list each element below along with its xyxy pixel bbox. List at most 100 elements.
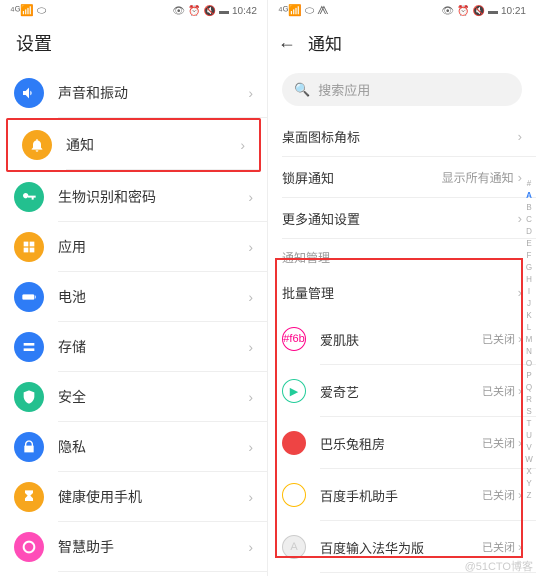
- app-icon: A: [282, 535, 306, 559]
- app-status: 已关闭: [482, 383, 515, 399]
- chevron-right-icon: ›: [518, 285, 522, 300]
- az-letter[interactable]: K: [524, 310, 534, 322]
- settings-row-shield[interactable]: 安全›: [0, 372, 267, 422]
- settings-row-label: 安全: [58, 387, 248, 407]
- status-battery-icon: ▬: [219, 6, 229, 17]
- settings-row-accessibility[interactable]: 辅助功能›: [0, 572, 267, 576]
- settings-row-label: 生物识别和密码: [58, 187, 248, 207]
- az-letter[interactable]: C: [524, 214, 534, 226]
- option-row[interactable]: 桌面图标角标›: [268, 116, 536, 157]
- az-letter[interactable]: Q: [524, 382, 534, 394]
- chevron-right-icon: ›: [518, 332, 522, 346]
- az-letter[interactable]: U: [524, 430, 534, 442]
- app-label: 百度输入法华为版: [320, 538, 482, 557]
- status-bar: ⁴ᴳ📶 ⬭ 👁 ⏰ 🔇 ▬ 10:42: [0, 0, 267, 22]
- az-letter[interactable]: G: [524, 262, 534, 274]
- option-row[interactable]: 锁屏通知显示所有通知›: [268, 157, 536, 198]
- status-alarm-icon: ⏰: [457, 6, 469, 17]
- settings-row-battery[interactable]: 电池›: [0, 272, 267, 322]
- app-label: 爱奇艺: [320, 382, 482, 401]
- signal-icon: ⁴ᴳ📶 ⬭ ⨇: [278, 4, 328, 18]
- az-letter[interactable]: W: [524, 454, 534, 466]
- back-button[interactable]: ←: [278, 32, 296, 53]
- app-icon: ▶: [282, 379, 306, 403]
- settings-row-key[interactable]: 生物识别和密码›: [0, 172, 267, 222]
- settings-row-label: 存储: [58, 337, 248, 357]
- chevron-right-icon: ›: [518, 211, 522, 226]
- page-title: 通知: [308, 30, 342, 55]
- chevron-right-icon: ›: [248, 389, 253, 405]
- settings-row-label: 智慧助手: [58, 537, 248, 557]
- az-letter[interactable]: S: [524, 406, 534, 418]
- status-alarm-icon: ⏰: [188, 6, 200, 17]
- chevron-right-icon: ›: [248, 239, 253, 255]
- app-icon: [282, 431, 306, 455]
- app-row[interactable]: 巴乐兔租房已关闭›: [268, 417, 536, 469]
- batch-manage-label: 批量管理: [282, 283, 514, 302]
- shield-icon: [14, 382, 44, 412]
- watermark: @51CTO博客: [465, 558, 533, 574]
- app-label: 百度手机助手: [320, 486, 482, 505]
- option-label: 更多通知设置: [282, 209, 514, 228]
- az-letter[interactable]: Z: [524, 490, 534, 502]
- az-letter[interactable]: I: [524, 286, 534, 298]
- az-letter[interactable]: J: [524, 298, 534, 310]
- chevron-right-icon: ›: [240, 137, 245, 153]
- app-status: 已关闭: [482, 487, 515, 503]
- app-icon: #f6b: [282, 327, 306, 351]
- settings-row-hourglass[interactable]: 健康使用手机›: [0, 472, 267, 522]
- chevron-right-icon: ›: [518, 488, 522, 502]
- app-status: 已关闭: [482, 331, 515, 347]
- batch-manage-row[interactable]: 批量管理 ›: [268, 272, 536, 313]
- az-letter[interactable]: V: [524, 442, 534, 454]
- az-letter[interactable]: D: [524, 226, 534, 238]
- az-letter[interactable]: P: [524, 370, 534, 382]
- settings-row-grid[interactable]: 应用›: [0, 222, 267, 272]
- storage-icon: [14, 332, 44, 362]
- settings-row-lock[interactable]: 隐私›: [0, 422, 267, 472]
- search-placeholder: 搜索应用: [318, 80, 370, 99]
- search-input[interactable]: 🔍 搜索应用: [282, 73, 522, 106]
- status-mute-icon: 🔇: [473, 6, 485, 17]
- az-letter[interactable]: M: [524, 334, 534, 346]
- az-letter[interactable]: Y: [524, 478, 534, 490]
- az-letter[interactable]: E: [524, 238, 534, 250]
- az-letter[interactable]: L: [524, 322, 534, 334]
- app-label: 巴乐兔租房: [320, 434, 482, 453]
- option-value: 显示所有通知: [442, 169, 514, 186]
- az-letter[interactable]: N: [524, 346, 534, 358]
- az-letter[interactable]: B: [524, 202, 534, 214]
- status-time: 10:42: [232, 6, 257, 17]
- az-letter[interactable]: H: [524, 274, 534, 286]
- section-header: 通知管理: [268, 239, 536, 272]
- chevron-right-icon: ›: [248, 439, 253, 455]
- app-row[interactable]: #f6b 爱肌肤已关闭›: [268, 313, 536, 365]
- app-row[interactable]: 百度手机助手已关闭›: [268, 469, 536, 521]
- settings-row-bell[interactable]: 通知›: [6, 118, 261, 172]
- chevron-right-icon: ›: [518, 170, 522, 185]
- az-letter[interactable]: A: [524, 190, 534, 202]
- grid-icon: [14, 232, 44, 262]
- az-letter[interactable]: #: [524, 178, 534, 190]
- app-icon: [282, 483, 306, 507]
- status-mute-icon: 🔇: [204, 6, 216, 17]
- az-letter[interactable]: R: [524, 394, 534, 406]
- settings-row-label: 隐私: [58, 437, 248, 457]
- app-row[interactable]: ▶爱奇艺已关闭›: [268, 365, 536, 417]
- status-eye-icon: 👁: [441, 6, 454, 17]
- alphabet-index[interactable]: #ABCDEFGHIJKLMNOPQRSTUVWXYZ: [524, 178, 534, 502]
- az-letter[interactable]: X: [524, 466, 534, 478]
- az-letter[interactable]: O: [524, 358, 534, 370]
- settings-row-storage[interactable]: 存储›: [0, 322, 267, 372]
- search-icon: 🔍: [294, 82, 310, 98]
- settings-row-label: 通知: [66, 135, 240, 155]
- option-label: 桌面图标角标: [282, 127, 514, 146]
- az-letter[interactable]: T: [524, 418, 534, 430]
- az-letter[interactable]: F: [524, 250, 534, 262]
- settings-row-speaker[interactable]: 声音和振动›: [0, 68, 267, 118]
- option-row[interactable]: 更多通知设置 ›: [268, 198, 536, 239]
- settings-row-circle-o[interactable]: 智慧助手›: [0, 522, 267, 572]
- app-label: 爱肌肤: [320, 330, 482, 349]
- chevron-right-icon: ›: [248, 85, 253, 101]
- chevron-right-icon: ›: [248, 339, 253, 355]
